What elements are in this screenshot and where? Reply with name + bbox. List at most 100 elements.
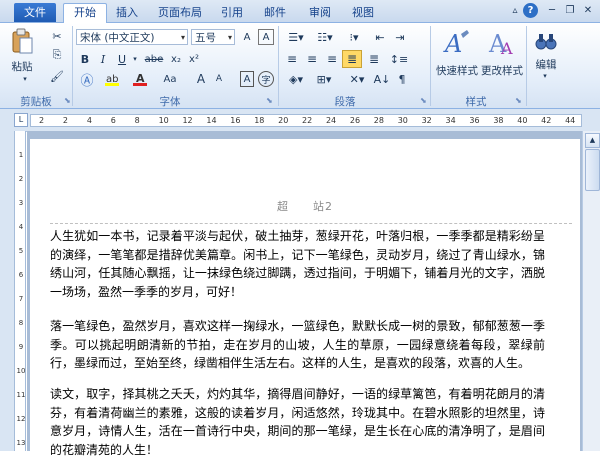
scroll-thumb[interactable] [585,149,600,191]
paste-icon[interactable] [8,27,36,57]
tab-mailings[interactable]: 邮件 [264,4,286,22]
vertical-ruler-tick-label: 6 [18,271,24,279]
paste-dropdown-icon[interactable]: ▾ [20,75,30,83]
borders-icon[interactable]: ⊞▾ [312,71,336,87]
tab-selector-icon[interactable]: L [14,113,28,127]
tab-review[interactable]: 审阅 [309,4,331,22]
quick-styles-icon[interactable]: A [440,27,472,59]
minimize-icon[interactable]: ─ [545,4,559,18]
clipboard-launcher-icon[interactable]: ⬊ [64,96,72,105]
tab-page-layout[interactable]: 页面布局 [158,4,202,22]
align-center-icon[interactable]: ≡ [304,51,320,67]
vertical-ruler-tick-label: 7 [18,295,24,303]
separator [278,26,279,106]
vertical-ruler-tick-label: 3 [18,199,24,207]
horizontal-ruler[interactable]: 2 2 4 6 8 10 12 14 16 18 20 22 24 26 28 30 32 34 36 38 40 42 4… [30,114,582,127]
ribbon-tab-bar: 文件 开始 插入 页面布局 引用 邮件 审阅 视图 ▵ ? ─ ❐ ✕ [0,0,600,24]
styles-launcher-icon[interactable]: ⬊ [515,96,523,105]
vertical-ruler-tick-label: 12 [16,415,26,423]
tab-references[interactable]: 引用 [221,4,243,22]
vertical-ruler[interactable]: 1 2 3 4 5 6 7 8 9 10 11 12 13 [14,131,26,451]
paragraph-3[interactable]: 读文，取字，择其桃之夭夭，灼灼其华，摘得眉间静好，一语的绿草篱笆，有着明花朗月的… [50,385,545,459]
binoculars-icon[interactable] [534,29,558,53]
line-spacing-icon[interactable]: ↕≡ [388,51,410,67]
align-left-icon[interactable]: ≡ [284,51,300,67]
text-effects-icon[interactable]: Ⓐ [78,71,96,89]
restore-icon[interactable]: ❐ [563,4,577,18]
bullets-icon[interactable]: ☰▾ [283,29,309,45]
numbering-icon[interactable]: ☷▾ [312,29,338,45]
align-right-icon[interactable]: ≡ [324,51,340,67]
document-area: 超 站2 人生犹如一本书，记录着平淡与起伏，破土抽芽，葱绿开花，叶落归根，一季季… [27,131,582,459]
tab-view[interactable]: 视图 [352,4,374,22]
page-header[interactable]: 超 站2 [30,198,580,214]
vertical-ruler-tick-label: 5 [18,247,24,255]
editing-dropdown-icon[interactable]: ▾ [540,72,550,80]
vertical-ruler-tick-label: 10 [16,367,26,375]
shrink-font-button[interactable]: A [212,71,226,87]
strikethrough-button[interactable]: abe [142,51,166,67]
minimize-ribbon-icon[interactable]: ▵ [508,4,522,18]
paragraph-1[interactable]: 人生犹如一本书，记录着平淡与起伏，破土抽芽，葱绿开花，叶落归根，一季季都是精彩纷… [50,227,545,301]
help-icon[interactable]: ? [523,3,538,18]
vertical-ruler-tick-label: 4 [18,223,24,231]
subscript-button[interactable]: x₂ [168,51,184,67]
svg-text:A: A [500,39,513,58]
tab-insert[interactable]: 插入 [116,4,138,22]
character-border-button[interactable]: A [240,71,254,87]
increase-indent-icon[interactable]: ⇥ [392,29,408,45]
paragraph-launcher-icon[interactable]: ⬊ [420,96,428,105]
ruler-tick-label: 2 [62,116,68,125]
format-painter-icon[interactable]: 🖌 [50,69,64,83]
quick-styles-label[interactable]: 快速样式 [436,63,478,78]
vertical-ruler-tick-label: 1 [18,151,24,159]
scroll-up-icon[interactable]: ▲ [585,133,600,148]
ruler-tick-label: 22 [302,116,313,125]
font-name-select[interactable]: 宋体 (中文正文) ▾ [76,29,188,45]
copy-icon[interactable]: ⎘ [50,48,64,62]
change-case-aa-button[interactable]: Aa [160,71,180,87]
cut-icon[interactable]: ✂ [50,29,64,43]
close-icon[interactable]: ✕ [581,4,595,18]
ruler-tick-label: 6 [110,116,116,125]
decrease-indent-icon[interactable]: ⇤ [372,29,388,45]
font-launcher-icon[interactable]: ⬊ [266,96,274,105]
highlight-icon[interactable]: ab [104,71,120,87]
sort-az-icon[interactable]: A↓ [374,71,391,87]
vertical-ruler-gutter [0,131,14,451]
ruler-tick-label: 30 [397,116,408,125]
grow-font-button[interactable]: A [194,71,208,87]
bold-button[interactable]: B [78,51,92,67]
font-size-select[interactable]: 五号 ▾ [191,29,235,45]
superscript-button[interactable]: x² [186,51,202,67]
justify-icon[interactable]: ≣ [342,50,362,68]
ruler-tick-label: 34 [445,116,456,125]
show-marks-icon[interactable]: ¶ [394,71,410,87]
ruler-tick-label: 28 [373,116,384,125]
paste-label[interactable]: 粘贴 [8,59,36,74]
underline-dropdown-icon[interactable]: ▾ [131,51,139,67]
ruler-tick-label: 38 [493,116,504,125]
editing-label[interactable]: 编辑 [530,57,562,72]
underline-button[interactable]: U [115,51,129,67]
clear-format-icon[interactable]: A [258,29,274,45]
document-page[interactable]: 超 站2 人生犹如一本书，记录着平淡与起伏，破土抽芽，葱绿开花，叶落归根，一季季… [30,139,580,459]
vertical-ruler-tick-label: 9 [18,343,24,351]
tab-home[interactable]: 开始 [63,3,107,24]
multilevel-list-icon[interactable]: ⁝▾ [341,29,367,45]
paragraph-2[interactable]: 落一笔绿色，盈然岁月，喜欢这样一掬绿水，一篮绿色，默默长成一树的景致，郁郁葱葱一… [50,317,545,373]
group-paragraph-label: 段落 [334,96,356,108]
vertical-scrollbar[interactable]: ▲ [582,131,600,451]
separator [526,26,527,106]
font-color-icon[interactable]: A [132,71,148,87]
change-case-icon[interactable]: A [238,29,256,45]
change-styles-label[interactable]: 更改样式 [480,63,524,78]
shading-icon[interactable]: ◈▾ [284,71,308,87]
enclose-character-button[interactable]: 字 [258,71,274,87]
sort-icon[interactable]: ✕▾ [346,71,368,87]
italic-button[interactable]: I [96,51,110,67]
ruler-tick-label: 12 [182,116,193,125]
distributed-icon[interactable]: ≣ [366,51,382,67]
change-styles-icon[interactable]: AA [486,27,518,59]
tab-file[interactable]: 文件 [14,3,56,22]
